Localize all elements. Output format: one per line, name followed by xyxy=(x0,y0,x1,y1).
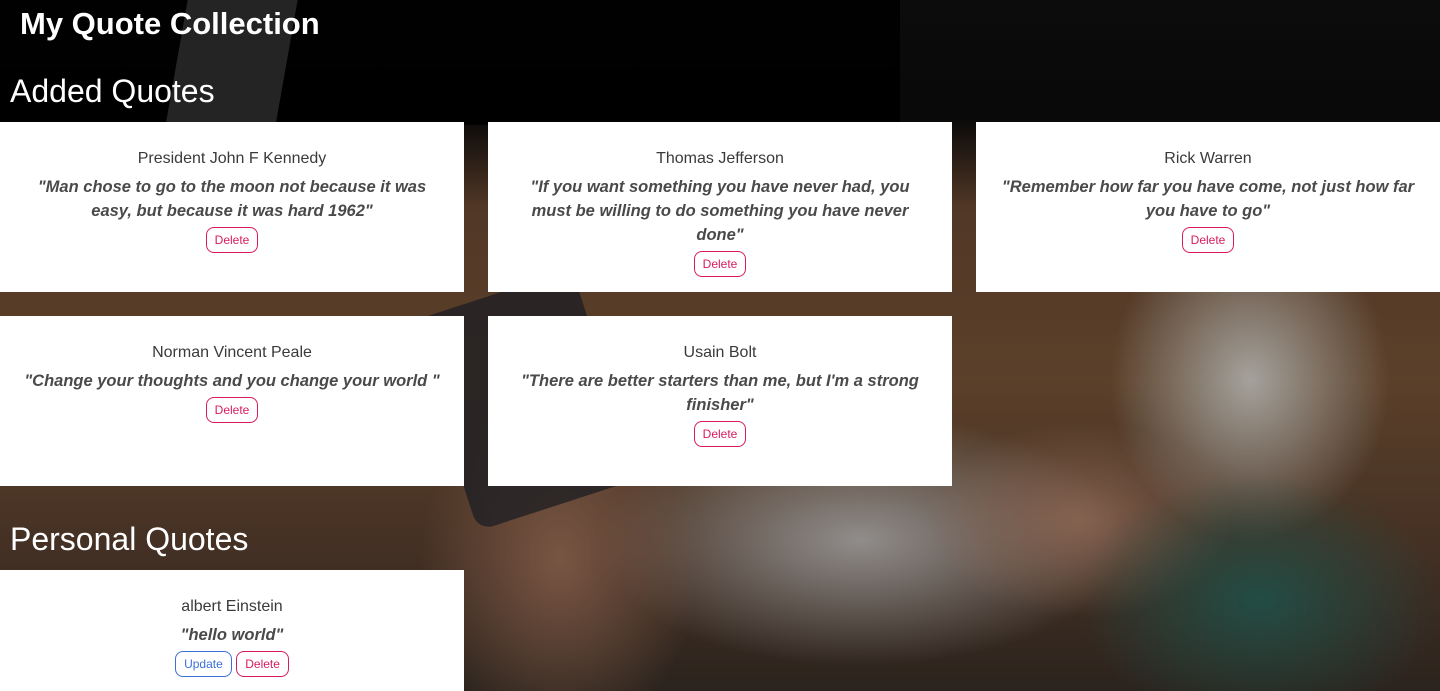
quote-card: Rick Warren "Remember how far you have c… xyxy=(976,122,1440,292)
quote-text: "Remember how far you have come, not jus… xyxy=(1001,178,1415,220)
quote-text: "Man chose to go to the moon not because… xyxy=(37,178,427,220)
quote-card: Thomas Jefferson "If you want something … xyxy=(488,122,952,292)
delete-button[interactable]: Delete xyxy=(693,421,747,447)
quote-text: "hello world" xyxy=(180,626,284,644)
card-actions: Delete xyxy=(1000,227,1416,253)
delete-button[interactable]: Delete xyxy=(1181,227,1235,253)
card-actions: Delete xyxy=(24,227,440,253)
delete-button[interactable]: Delete xyxy=(236,651,289,677)
quote-author: Rick Warren xyxy=(1164,150,1252,167)
quote-author: Norman Vincent Peale xyxy=(152,344,312,361)
added-quotes-heading: Added Quotes xyxy=(10,73,215,109)
update-button[interactable]: Update xyxy=(175,651,232,677)
quote-card: Usain Bolt "There are better starters th… xyxy=(488,316,952,486)
personal-quote-card: albert Einstein "hello world" Update Del… xyxy=(0,570,464,691)
quote-author: President John F Kennedy xyxy=(137,150,327,167)
delete-button[interactable]: Delete xyxy=(205,227,259,253)
card-actions: Delete xyxy=(512,421,928,447)
quote-author: albert Einstein xyxy=(181,598,283,615)
quote-text: "If you want something you have never ha… xyxy=(530,178,910,244)
card-actions: Delete xyxy=(512,251,928,277)
card-actions: Update Delete xyxy=(24,651,440,677)
delete-button[interactable]: Delete xyxy=(205,397,259,423)
app-title: My Quote Collection xyxy=(20,6,320,41)
personal-quotes-heading: Personal Quotes xyxy=(10,521,249,557)
quote-text: "There are better starters than me, but … xyxy=(521,372,919,414)
delete-button[interactable]: Delete xyxy=(693,251,747,277)
card-actions: Delete xyxy=(24,397,440,423)
quote-author: Thomas Jefferson xyxy=(656,150,784,167)
quote-author: Usain Bolt xyxy=(683,344,757,361)
quote-card: President John F Kennedy "Man chose to g… xyxy=(0,122,464,292)
quote-text: "Change your thoughts and you change you… xyxy=(24,372,440,390)
quote-card: Norman Vincent Peale "Change your though… xyxy=(0,316,464,486)
